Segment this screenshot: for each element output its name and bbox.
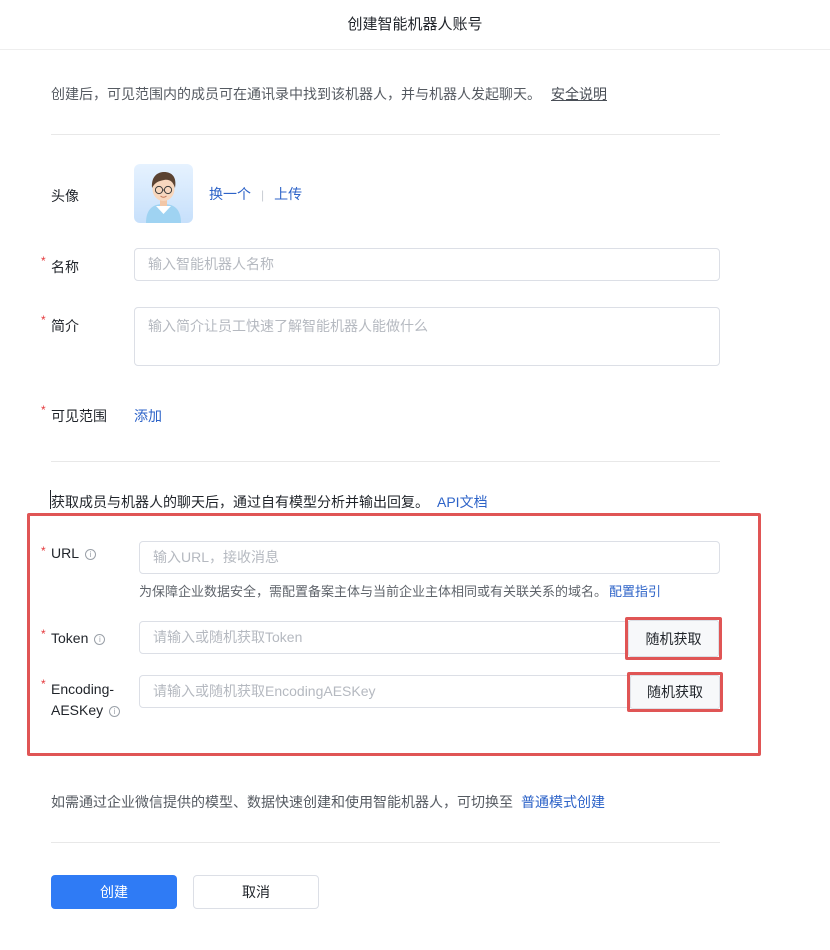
api-section-desc: 获取成员与机器人的聊天后，通过自有模型分析并输出回复。 API文档 [51, 492, 488, 512]
normal-mode-link[interactable]: 普通模式创建 [521, 794, 605, 810]
switch-mode-desc: 如需通过企业微信提供的模型、数据快速创建和使用智能机器人，可切换至 [51, 794, 513, 810]
separator: | [261, 188, 265, 202]
url-label-text: URL [51, 545, 80, 561]
required-mark: * [41, 254, 46, 268]
api-docs-link[interactable]: API文档 [437, 494, 488, 510]
random-token-button[interactable]: 随机获取 [628, 620, 719, 657]
required-mark: * [41, 627, 46, 641]
add-scope-link[interactable]: 添加 [134, 406, 162, 426]
intro-label: 简介 [51, 318, 79, 334]
required-mark: * [41, 403, 46, 417]
avatar-actions: 换一个 | 上传 [209, 184, 302, 204]
aes-label-line2-wrap: AESKey i [51, 700, 121, 721]
required-mark: * [41, 544, 46, 558]
info-icon[interactable]: i [85, 549, 97, 560]
required-mark: * [41, 313, 46, 327]
upload-avatar-link[interactable]: 上传 [274, 186, 302, 202]
name-input[interactable]: 输入智能机器人名称 [134, 248, 720, 281]
divider [51, 842, 720, 843]
intro-textarea[interactable]: 输入简介让员工快速了解智能机器人能做什么 [134, 307, 720, 366]
divider [51, 461, 720, 462]
url-hint-text: 为保障企业数据安全，需配置备案主体与当前企业主体相同或有关联关系的域名。 [139, 584, 608, 599]
divider [51, 134, 720, 135]
token-label-text: Token [51, 630, 89, 646]
cancel-button[interactable]: 取消 [193, 875, 319, 909]
aes-label-line1: Encoding- [51, 681, 115, 697]
intro-text: 创建后，可见范围内的成员可在通讯录中找到该机器人，并与机器人发起聊天。 安全说明 [51, 84, 607, 104]
switch-mode-text: 如需通过企业微信提供的模型、数据快速创建和使用智能机器人，可切换至 普通模式创建 [51, 792, 605, 812]
url-hint: 为保障企业数据安全，需配置备案主体与当前企业主体相同或有关联关系的域名。 配置指引 [139, 581, 661, 600]
change-avatar-link[interactable]: 换一个 [209, 186, 251, 202]
avatar-label: 头像 [51, 188, 79, 204]
highlight-box: 随机获取 [627, 672, 723, 712]
token-label: Token i [51, 630, 106, 646]
highlight-box: 随机获取 [625, 617, 722, 660]
info-icon[interactable]: i [109, 706, 121, 717]
scope-label: 可见范围 [51, 408, 107, 424]
page-title: 创建智能机器人账号 [0, 0, 830, 50]
security-info-link[interactable]: 安全说明 [551, 86, 607, 102]
create-button[interactable]: 创建 [51, 875, 177, 909]
name-label: 名称 [51, 259, 79, 275]
url-label: URL i [51, 545, 97, 561]
aes-label-line2: AESKey [51, 702, 104, 718]
aes-label: Encoding- AESKey i [51, 679, 121, 721]
random-aes-key-button[interactable]: 随机获取 [630, 675, 720, 709]
required-mark: * [41, 677, 46, 691]
robot-avatar [134, 164, 193, 223]
info-icon[interactable]: i [94, 634, 106, 645]
config-guide-link[interactable]: 配置指引 [609, 584, 661, 599]
url-input[interactable]: 输入URL，接收消息 [139, 541, 720, 574]
api-section-text: 获取成员与机器人的聊天后，通过自有模型分析并输出回复。 [51, 494, 429, 510]
intro-description: 创建后，可见范围内的成员可在通讯录中找到该机器人，并与机器人发起聊天。 [51, 86, 541, 102]
